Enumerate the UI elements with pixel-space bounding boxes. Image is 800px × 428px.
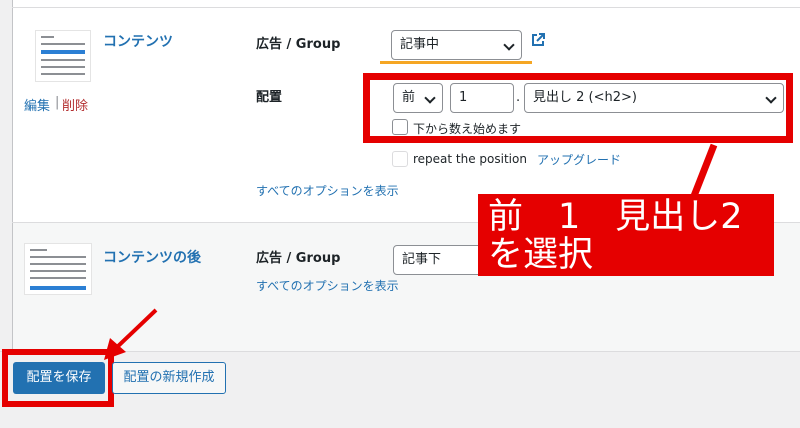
annotation-callout: 前 1 見出し2 を選択 (478, 194, 774, 276)
ad-group-selected: 記事中 (400, 37, 440, 52)
ad-group-selected: 記事下 (402, 252, 442, 267)
position-label: 配置 (256, 90, 283, 105)
ad-group-underline (380, 61, 532, 64)
annotation-line-2: を選択 (488, 235, 594, 275)
repeat-position-label: repeat the position (413, 152, 527, 166)
ad-group-select[interactable]: 記事中 (391, 30, 522, 60)
annotation-line-1: 前 1 見出し2 (488, 197, 743, 237)
repeat-position-checkbox (392, 151, 408, 167)
ad-group-label: 広告 / Group (256, 37, 341, 52)
ad-group-label: 広告 / Group (256, 251, 341, 266)
upgrade-link[interactable]: アップグレード (537, 151, 621, 168)
after-content-placement-thumbnail (24, 243, 92, 295)
link-separator: | (55, 95, 60, 110)
chevron-down-icon (503, 39, 515, 51)
show-all-options-link[interactable]: すべてのオプションを表示 (256, 182, 399, 199)
top-divider (12, 0, 800, 8)
edit-link[interactable]: 編集 (24, 95, 50, 114)
external-link-icon[interactable] (530, 32, 546, 48)
content-placement-thumbnail (35, 30, 91, 82)
save-placements-button[interactable]: 配置を保存 (13, 362, 105, 394)
panel-bottom-border (0, 351, 800, 352)
position-highlight-box (363, 73, 793, 143)
placement-name[interactable]: コンテンツの後 (103, 247, 201, 267)
delete-link[interactable]: 削除 (62, 95, 88, 114)
placement-name[interactable]: コンテンツ (103, 31, 173, 51)
new-placement-button[interactable]: 配置の新規作成 (112, 362, 226, 394)
show-all-options-link[interactable]: すべてのオプションを表示 (256, 277, 399, 294)
